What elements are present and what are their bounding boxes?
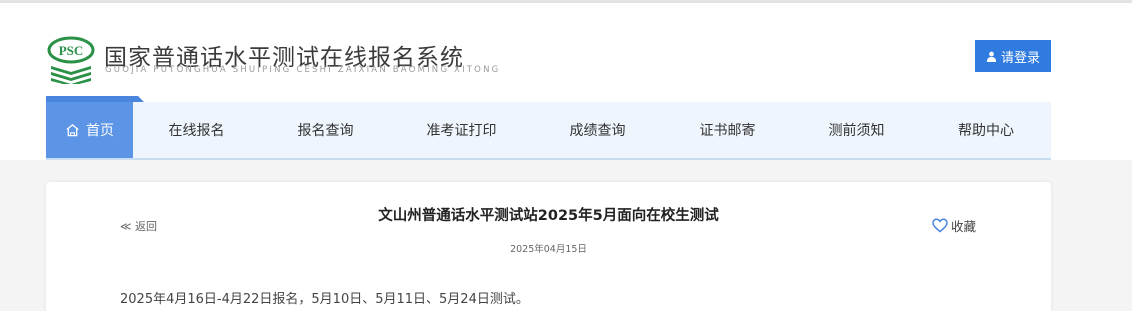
article-card: ≪ 返回 文山州普通话水平测试站2025年5月面向在校生测试 2025年04月1… [46,182,1051,311]
favorite-button[interactable]: 收藏 [932,216,976,235]
site-subtitle: GUOJIA PUTONGHUA SHUIPING CESHI ZAIXIAN … [105,65,501,75]
nav-help-center[interactable]: 帮助中心 [921,102,1051,158]
active-tab-corner [46,96,144,102]
home-icon [66,124,79,137]
logo-text: PSC [59,43,84,58]
nav-score-query-label: 成绩查询 [569,123,626,139]
nav-certificate-mail-label: 证书邮寄 [699,123,756,139]
favorite-label: 收藏 [951,219,977,234]
nav-register-query-label: 报名查询 [297,123,354,139]
nav-register-query[interactable]: 报名查询 [260,102,391,158]
user-icon [986,51,997,62]
main-nav: 首页 在线报名 报名查询 准考证打印 成绩查询 证书邮寄 测前须知 帮助中心 [46,96,1051,160]
nav-admission-print[interactable]: 准考证打印 [391,102,532,158]
article-title: 文山州普通话水平测试站2025年5月面向在校生测试 [378,208,719,224]
nav-test-notice-label: 测前须知 [828,123,885,139]
nav-certificate-mail[interactable]: 证书邮寄 [663,102,792,158]
nav-online-register[interactable]: 在线报名 [133,102,260,158]
nav-home-label: 首页 [86,123,114,139]
article-body: 2025年4月16日-4月22日报名，5月10日、5月11日、5月24日测试。 [120,292,529,307]
article-date: 2025年04月15日 [510,244,587,255]
nav-test-notice[interactable]: 测前须知 [792,102,921,158]
nav-home[interactable]: 首页 [46,102,133,158]
nav-online-register-label: 在线报名 [168,123,225,139]
psc-logo: PSC [47,36,95,84]
nav-help-center-label: 帮助中心 [958,123,1014,139]
heart-icon [932,218,948,233]
login-button[interactable]: 请登录 [975,40,1051,72]
nav-admission-print-label: 准考证打印 [426,123,497,139]
login-label: 请登录 [1000,50,1040,66]
nav-score-query[interactable]: 成绩查询 [532,102,663,158]
